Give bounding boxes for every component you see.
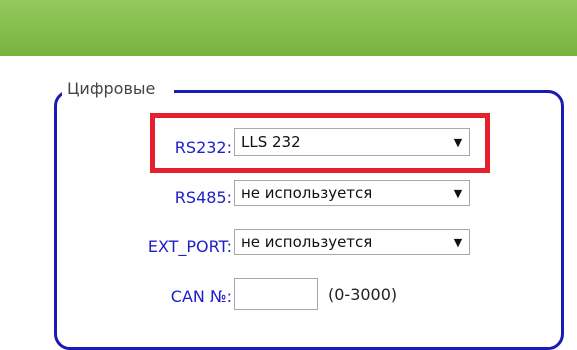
rs485-value: не используется: [241, 184, 373, 202]
can-range-hint: (0-3000): [328, 285, 398, 304]
can-label: CAN №:: [170, 287, 232, 306]
chevron-down-icon: ▼: [453, 186, 463, 200]
can-number-input[interactable]: [234, 278, 318, 310]
ext-port-value: не используется: [241, 233, 373, 251]
chevron-down-icon: ▼: [453, 235, 463, 249]
highlight-box: [150, 113, 490, 173]
rs485-label: RS485:: [174, 188, 232, 207]
ext-port-label: EXT_PORT:: [147, 237, 232, 256]
ext-port-select[interactable]: не используется ▼: [234, 229, 470, 255]
fieldset-legend: Цифровые: [67, 79, 156, 98]
rs485-select[interactable]: не используется ▼: [234, 180, 470, 206]
header-bar: [0, 0, 577, 56]
